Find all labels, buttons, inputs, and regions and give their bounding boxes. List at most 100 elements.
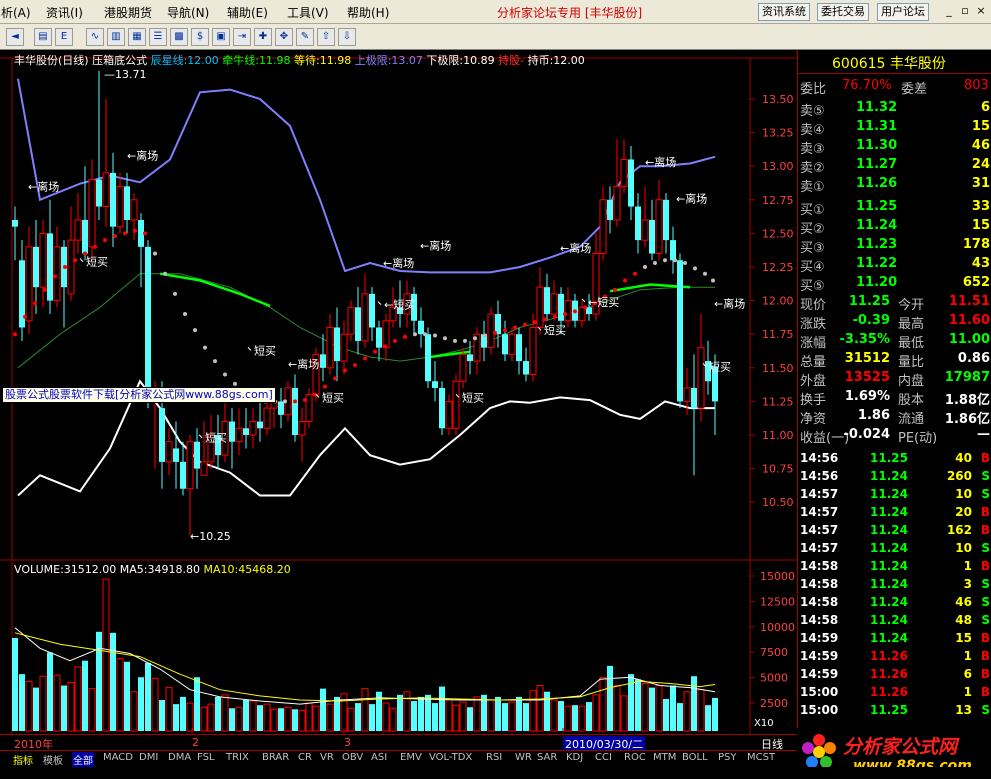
forum-button[interactable]: 用户论坛 — [877, 3, 929, 21]
menu-assist[interactable]: 辅助(E) — [227, 4, 268, 21]
list-icon[interactable]: ☰ — [149, 28, 167, 46]
candle-body[interactable] — [116, 185, 124, 228]
candle-body[interactable] — [110, 172, 116, 227]
candle-body[interactable] — [523, 361, 529, 375]
candle-body[interactable] — [361, 293, 369, 342]
candle-body[interactable] — [425, 334, 431, 382]
candle-body[interactable] — [257, 421, 263, 429]
color-icon[interactable]: ▩ — [170, 28, 188, 46]
tab-10[interactable]: VR — [319, 752, 335, 763]
tab-11[interactable]: OBV — [341, 752, 364, 763]
tab-22[interactable]: BOLL — [681, 752, 709, 763]
candle-body[interactable] — [536, 286, 544, 328]
tab-0[interactable]: 指标 — [12, 752, 34, 767]
tab-19[interactable]: CCI — [594, 752, 613, 763]
candle-body[interactable] — [53, 246, 61, 302]
candle-body[interactable] — [340, 333, 348, 362]
ask-row[interactable]: 卖② 11.27 24 — [798, 157, 991, 176]
candle-body[interactable] — [173, 448, 179, 462]
candle-body[interactable] — [278, 401, 284, 415]
candle-body[interactable] — [544, 287, 550, 315]
tab-6[interactable]: FSL — [196, 752, 216, 763]
tab-21[interactable]: MTM — [652, 752, 677, 763]
candle-body[interactable] — [516, 334, 522, 362]
ask-row[interactable]: 卖④ 11.31 15 — [798, 119, 991, 138]
f10-icon[interactable]: ▤ — [34, 28, 52, 46]
candle-body[interactable] — [641, 219, 649, 241]
candle-body[interactable] — [298, 421, 306, 436]
tab-1[interactable]: 模板 — [42, 752, 64, 767]
candle-body[interactable] — [467, 354, 473, 362]
candle-body[interactable] — [292, 387, 298, 435]
tab-16[interactable]: WR — [514, 752, 533, 763]
candle-body[interactable] — [145, 246, 151, 395]
line-chart-icon[interactable]: ∿ — [86, 28, 104, 46]
etf-icon[interactable]: E — [55, 28, 73, 46]
kline-icon[interactable]: ▥ — [107, 28, 125, 46]
candle-body[interactable] — [82, 219, 88, 254]
candle-body[interactable] — [243, 428, 249, 435]
candle-body[interactable] — [186, 441, 194, 490]
candle-body[interactable] — [432, 381, 438, 388]
candle-body[interactable] — [229, 421, 235, 442]
candle-body[interactable] — [550, 293, 558, 315]
candle-body[interactable] — [655, 199, 663, 255]
bid-row[interactable]: 买① 11.25 33 — [798, 199, 991, 218]
ask-row[interactable]: 卖⑤ 11.32 6 — [798, 100, 991, 119]
candle-body[interactable] — [200, 461, 208, 476]
candle-body[interactable] — [670, 240, 676, 261]
candle-body[interactable] — [347, 306, 355, 335]
candle-body[interactable] — [159, 408, 165, 462]
tab-24[interactable]: MCST — [746, 752, 776, 763]
tab-4[interactable]: DMI — [138, 752, 159, 763]
candle-body[interactable] — [697, 347, 705, 409]
candle-body[interactable] — [334, 327, 340, 362]
tab-12[interactable]: ASI — [370, 752, 388, 763]
candle-body[interactable] — [620, 158, 628, 187]
menu-navigate[interactable]: 导航(N) — [167, 4, 209, 21]
candle-body[interactable] — [320, 354, 326, 368]
restore-icon[interactable]: ▫ — [958, 4, 972, 18]
menu-help[interactable]: 帮助(H) — [347, 4, 389, 21]
candle-body[interactable] — [305, 394, 313, 423]
candle-body[interactable] — [487, 313, 495, 349]
close-icon[interactable]: × — [974, 4, 988, 18]
pencil-icon[interactable]: ✎ — [296, 28, 314, 46]
tab-3[interactable]: MACD — [102, 752, 134, 763]
bid-row[interactable]: 买② 11.24 15 — [798, 218, 991, 237]
tab-14[interactable]: VOL-TDX — [428, 752, 473, 763]
ask-row[interactable]: 卖③ 11.30 46 — [798, 138, 991, 157]
arrow-up-icon[interactable]: ⇧ — [317, 28, 335, 46]
dollar-icon[interactable]: $ — [191, 28, 209, 46]
bid-row[interactable]: 买④ 11.22 43 — [798, 256, 991, 275]
candle-body[interactable] — [124, 186, 130, 220]
candle-body[interactable] — [130, 199, 138, 221]
menu-analysis[interactable]: 析(A) — [1, 4, 31, 21]
minimize-icon[interactable]: _ — [942, 4, 956, 18]
candle-body[interactable] — [263, 407, 271, 429]
candle-body[interactable] — [39, 232, 47, 288]
tab-15[interactable]: RSI — [485, 752, 503, 763]
tab-20[interactable]: ROC — [623, 752, 647, 763]
candle-body[interactable] — [33, 246, 39, 288]
candle-body[interactable] — [683, 387, 691, 402]
info-system-button[interactable]: 资讯系统 — [758, 3, 810, 21]
candle-body[interactable] — [355, 307, 361, 341]
candle-body[interactable] — [165, 441, 173, 463]
candle-body[interactable] — [599, 199, 607, 255]
move-icon[interactable]: ✥ — [275, 28, 293, 46]
candle-body[interactable] — [235, 427, 243, 443]
candle-body[interactable] — [564, 300, 572, 322]
candle-body[interactable] — [677, 260, 683, 402]
candle-body[interactable] — [663, 199, 669, 241]
candle-body[interactable] — [376, 327, 382, 348]
tab-2[interactable]: 全部 — [72, 752, 94, 767]
bid-row[interactable]: 买③ 11.23 178 — [798, 237, 991, 256]
candle-body[interactable] — [88, 179, 96, 248]
tab-17[interactable]: SAR — [536, 752, 558, 763]
ask-row[interactable]: 卖① 11.26 31 — [798, 176, 991, 195]
candle-body[interactable] — [452, 380, 460, 429]
tab-9[interactable]: CR — [297, 752, 313, 763]
candle-body[interactable] — [67, 239, 75, 295]
tab-8[interactable]: BRAR — [261, 752, 290, 763]
